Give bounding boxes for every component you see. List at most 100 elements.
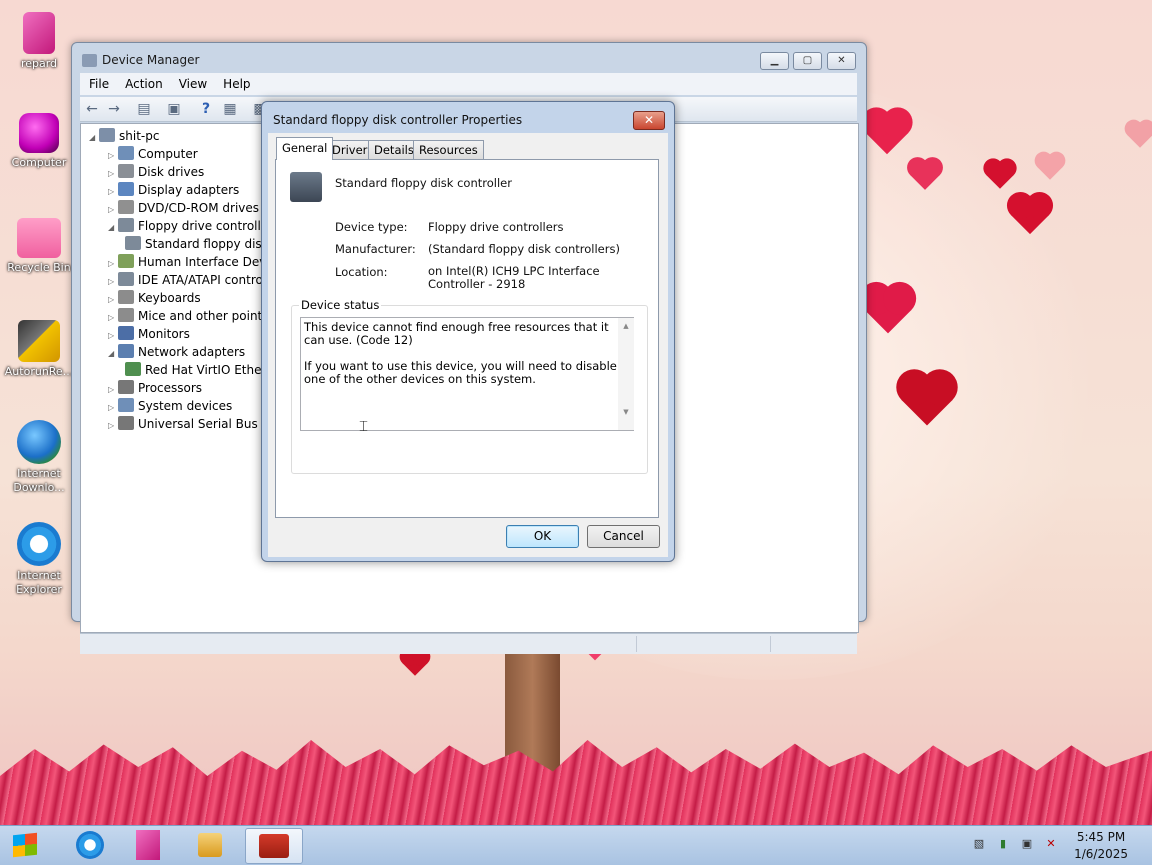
device-category-icon [118, 326, 134, 340]
device-category-icon [118, 164, 134, 178]
status-bar [80, 633, 857, 654]
back-arrow-icon[interactable]: ← [84, 101, 100, 117]
tree-category-item[interactable]: ◢ Network adapters [108, 343, 245, 361]
taskbar-clock[interactable]: 5:45 PM 1/6/2025 [1074, 829, 1128, 863]
dialog-title: Standard floppy disk controller Properti… [273, 113, 523, 127]
tree-category-item[interactable]: ▷ System devices [108, 397, 232, 415]
taskbar-media-player[interactable] [182, 828, 238, 862]
tree-category-item[interactable]: ▷ Monitors [108, 325, 190, 343]
device-category-icon [118, 182, 134, 196]
close-button[interactable]: ✕ [827, 52, 856, 70]
device-category-icon [118, 146, 134, 160]
status-divider [770, 636, 771, 652]
clock-date: 1/6/2025 [1074, 847, 1128, 861]
computer-icon [99, 128, 115, 142]
tray-volume-muted-icon[interactable]: ✕ [1044, 837, 1058, 851]
device-category-icon [118, 416, 134, 430]
tree-category-item[interactable]: ▷ Processors [108, 379, 202, 397]
device-category-icon [118, 344, 134, 358]
taskbar-ie[interactable] [62, 828, 118, 862]
location-label: Location: [335, 265, 388, 279]
device-category-icon [118, 380, 134, 394]
wallpaper-heart [1127, 122, 1152, 148]
tab-resources[interactable]: Resources [413, 140, 484, 159]
device-category-icon [125, 362, 141, 376]
show-hide-console-tree-icon[interactable]: ▤ [136, 101, 152, 117]
tree-category-item[interactable]: ▷ DVD/CD-ROM drives [108, 199, 259, 217]
tree-category-item[interactable]: ▷ Display adapters [108, 181, 239, 199]
tree-item-label: System devices [138, 399, 233, 413]
scroll-down-icon[interactable]: ▼ [618, 408, 634, 416]
collapse-arrow-icon[interactable]: ◢ [108, 219, 118, 237]
ie-icon [76, 831, 104, 859]
media-player-icon [198, 833, 222, 857]
desktop-icon-internet-explorer[interactable]: Internet Explorer [4, 522, 74, 597]
desktop-icon-recycle-bin[interactable]: Recycle Bin [4, 218, 74, 275]
desktop-icon-label: AutorunRe... [4, 365, 74, 378]
tab-general[interactable]: General [276, 137, 334, 160]
tree-root[interactable]: ◢ shit-pc [89, 127, 159, 145]
taskbar-explorer[interactable] [120, 828, 176, 862]
device-category-icon [118, 254, 134, 268]
floppy-controller-icon [290, 172, 322, 202]
desktop-icon-label: Internet Explorer [16, 569, 62, 596]
expand-arrow-icon[interactable]: ▷ [108, 417, 118, 435]
menu-file[interactable]: File [80, 73, 116, 91]
tree-root-label: shit-pc [119, 129, 160, 143]
desktop-icon-label: Recycle Bin [7, 261, 71, 274]
tree-category-item[interactable]: ◢ Floppy drive controllers [108, 217, 279, 235]
device-status-label: Device status [299, 298, 382, 312]
clock-time: 5:45 PM [1076, 830, 1126, 844]
windows-logo-icon [13, 832, 37, 858]
scroll-up-icon[interactable]: ▲ [618, 322, 634, 330]
collapse-arrow-icon[interactable]: ◢ [89, 129, 99, 147]
desktop-icon-internet-download[interactable]: Internet Downlo... [4, 420, 74, 495]
maximize-button[interactable]: ▢ [793, 52, 822, 70]
manufacturer-value: (Standard floppy disk controllers) [428, 242, 620, 256]
ok-button[interactable]: OK [506, 525, 579, 548]
folder-icon [23, 12, 55, 54]
ie-icon [17, 522, 61, 566]
desktop-icon-computer[interactable]: Computer [4, 113, 74, 170]
properties-icon[interactable]: ▣ [166, 101, 182, 117]
menu-view[interactable]: View [170, 73, 214, 91]
tree-category-item[interactable]: ▷ Computer [108, 145, 198, 163]
tree-category-item[interactable]: ▷ Disk drives [108, 163, 204, 181]
menu-help[interactable]: Help [214, 73, 257, 91]
dialog-close-button[interactable]: ✕ [633, 111, 665, 130]
device-status-textbox[interactable]: This device cannot find enough free reso… [300, 317, 634, 431]
device-status-scrollbar[interactable]: ▲ ▼ [618, 318, 634, 430]
tree-item-label: DVD/CD-ROM drives [138, 201, 260, 215]
tree-category-item[interactable]: ▷ Keyboards [108, 289, 201, 307]
computer-icon [19, 113, 59, 153]
tray-network-icon[interactable]: ▣ [1020, 837, 1034, 851]
device-manager-icon [82, 54, 97, 67]
taskbar: ▧ ▮ ▣ ✕ 5:45 PM 1/6/2025 [0, 825, 1152, 865]
taskbar-device-manager[interactable] [245, 828, 303, 864]
device-type-label: Device type: [335, 220, 408, 234]
autorun-icon [18, 320, 60, 362]
desktop-icon-repard[interactable]: repard [4, 12, 74, 71]
help-icon[interactable]: ? [198, 101, 214, 117]
tray-app-icon[interactable]: ▧ [972, 837, 986, 851]
tray-usb-icon[interactable]: ▮ [996, 837, 1010, 851]
forward-arrow-icon[interactable]: → [106, 101, 122, 117]
location-value: on Intel(R) ICH9 LPC Interface Controlle… [428, 264, 600, 291]
device-category-icon [118, 290, 134, 304]
text-cursor-icon: ⌶ [359, 417, 369, 435]
device-category-icon [118, 272, 134, 286]
device-category-icon [125, 236, 141, 250]
window-title: Device Manager [102, 53, 200, 67]
view-icon[interactable]: ▦ [222, 101, 238, 117]
cancel-button[interactable]: Cancel [587, 525, 660, 548]
collapse-arrow-icon[interactable]: ◢ [108, 345, 118, 363]
menu-action[interactable]: Action [116, 73, 170, 91]
minimize-button[interactable]: ▁ [760, 52, 789, 70]
device-type-value: Floppy drive controllers [428, 220, 564, 234]
desktop-icon-autorun[interactable]: AutorunRe... [4, 320, 74, 379]
dialog-body: General Driver Details Resources Standar… [268, 133, 668, 557]
tree-item-label: Monitors [138, 327, 190, 341]
device-category-icon [118, 200, 134, 214]
desktop-icon-label: Computer [11, 156, 67, 169]
start-button[interactable] [4, 828, 46, 862]
